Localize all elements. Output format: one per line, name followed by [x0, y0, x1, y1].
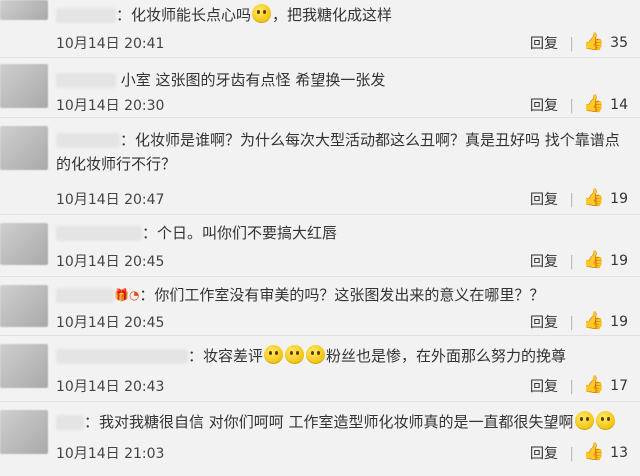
comment-item: ：化妆师能长点心吗 ，把我糖化成这样 10月14日 20:41 回复 | 👍 35 [0, 0, 640, 58]
divider: | [569, 36, 574, 52]
comment-body: ：你们工作室没有审美的吗？这张图发出来的意义在哪里？？ [139, 286, 545, 304]
comment-meta: 10月14日 20:30 回复 | 👍 14 [56, 94, 628, 116]
avatar[interactable] [0, 0, 48, 20]
comment-item: ：化妆师是谁啊？为什么每次大型活动都这么丑啊？真是丑好吗 找个靠谱点的化妆师行不… [0, 118, 640, 215]
reply-button[interactable]: 回复 [530, 96, 558, 116]
badge-icon: 🎁◔ [114, 288, 140, 302]
divider: | [569, 315, 574, 331]
divider: | [569, 379, 574, 395]
comment-text: ：化妆师能长点心吗 ，把我糖化成这样 [56, 3, 630, 27]
smile-emoji-icon [595, 411, 615, 430]
thumbs-up-icon: 👍 [583, 94, 605, 114]
comment-meta: 10月14日 21:03 回复 | 👍 13 [56, 442, 628, 464]
avatar[interactable] [0, 285, 48, 327]
smile-emoji-icon [574, 411, 594, 430]
comment-item: ：妆容差评 粉丝也是惨，在外面那么努力的挽尊 10月14日 20:43 回复 | … [0, 336, 640, 402]
like-button[interactable]: 👍 19 [583, 311, 628, 332]
comment-body: ：化妆师是谁啊？为什么每次大型活动都这么丑啊？真是丑好吗 找个靠谱点的化妆师行不… [56, 131, 620, 173]
comment-body: ：个日。叫你们不要搞大红唇 [142, 224, 338, 242]
reply-button[interactable]: 回复 [530, 377, 558, 397]
username[interactable] [56, 133, 120, 148]
comment-item: 小室 这张图的牙齿有点怪 希望换一张发 10月14日 20:30 回复 | 👍 1… [0, 58, 640, 118]
username[interactable] [56, 73, 116, 88]
divider: | [569, 254, 574, 270]
comment-text: 🎁◔：你们工作室没有审美的吗？这张图发出来的意义在哪里？？ [56, 283, 630, 307]
divider: | [569, 446, 574, 462]
reply-button[interactable]: 回复 [530, 252, 558, 272]
smile-emoji-icon [264, 345, 284, 364]
timestamp: 10月14日 20:45 [56, 315, 165, 331]
smile-emoji-icon [285, 345, 305, 364]
timestamp: 10月14日 20:47 [56, 192, 165, 208]
comment-text: ：我对我糖很自信 对你们呵呵 工作室造型师化妆师真的是一直都很失望啊 [56, 410, 630, 434]
username[interactable] [56, 226, 142, 241]
comment-meta: 10月14日 20:47 回复 | 👍 19 [56, 188, 628, 210]
like-count: 14 [610, 97, 628, 113]
avatar[interactable] [0, 344, 48, 388]
like-count: 19 [610, 191, 628, 207]
thumbs-up-icon: 👍 [583, 188, 605, 208]
timestamp: 10月14日 20:30 [56, 98, 165, 114]
thumbs-up-icon: 👍 [583, 375, 605, 395]
comment-item: ：个日。叫你们不要搞大红唇 10月14日 20:45 回复 | 👍 19 [0, 215, 640, 277]
username[interactable] [56, 349, 188, 364]
comment-meta: 10月14日 20:45 回复 | 👍 19 [56, 311, 628, 333]
comment-meta: 10月14日 20:41 回复 | 👍 35 [56, 32, 628, 54]
reply-button[interactable]: 回复 [530, 34, 558, 54]
username[interactable] [56, 415, 84, 430]
comment-meta: 10月14日 20:43 回复 | 👍 17 [56, 375, 628, 397]
comment-meta: 10月14日 20:45 回复 | 👍 19 [56, 250, 628, 272]
comment-body: 小室 这张图的牙齿有点怪 希望换一张发 [120, 71, 386, 89]
timestamp: 10月14日 20:43 [56, 379, 165, 395]
comment-text: 小室 这张图的牙齿有点怪 希望换一张发 [56, 68, 630, 92]
smile-emoji-icon [252, 4, 272, 23]
timestamp: 10月14日 20:41 [56, 36, 165, 52]
like-button[interactable]: 👍 19 [583, 250, 628, 271]
avatar[interactable] [0, 223, 48, 265]
username[interactable] [56, 8, 116, 23]
comment-body-continued: ，把我糖化成这样 [272, 6, 393, 24]
comment-body: ：化妆师能长点心吗 [116, 6, 252, 24]
like-count: 19 [610, 253, 628, 269]
thumbs-up-icon: 👍 [583, 311, 605, 331]
reply-button[interactable]: 回复 [530, 190, 558, 210]
divider: | [569, 192, 574, 208]
timestamp: 10月14日 21:03 [56, 446, 165, 462]
thumbs-up-icon: 👍 [583, 250, 605, 270]
smile-emoji-icon [306, 345, 326, 364]
comment-body: ：我对我糖很自信 对你们呵呵 工作室造型师化妆师真的是一直都很失望啊 [84, 413, 574, 431]
like-count: 35 [610, 35, 628, 51]
comment-body-continued: 粉丝也是惨，在外面那么努力的挽尊 [326, 347, 567, 365]
thumbs-up-icon: 👍 [583, 32, 605, 52]
comment-text: ：化妆师是谁啊？为什么每次大型活动都这么丑啊？真是丑好吗 找个靠谱点的化妆师行不… [56, 128, 630, 176]
like-button[interactable]: 👍 17 [583, 375, 628, 396]
avatar[interactable] [0, 64, 48, 108]
like-button[interactable]: 👍 19 [583, 188, 628, 209]
divider: | [569, 98, 574, 114]
like-count: 17 [610, 378, 628, 394]
avatar[interactable] [0, 410, 48, 454]
like-button[interactable]: 👍 35 [583, 32, 628, 53]
avatar[interactable] [0, 126, 48, 170]
comment-body: ：妆容差评 [188, 347, 264, 365]
reply-button[interactable]: 回复 [530, 444, 558, 464]
like-count: 19 [610, 314, 628, 330]
username[interactable] [56, 288, 114, 303]
comment-text: ：个日。叫你们不要搞大红唇 [56, 221, 630, 245]
timestamp: 10月14日 20:45 [56, 254, 165, 270]
thumbs-up-icon: 👍 [583, 442, 605, 462]
comment-item: 🎁◔：你们工作室没有审美的吗？这张图发出来的意义在哪里？？ 10月14日 20:… [0, 277, 640, 336]
reply-button[interactable]: 回复 [530, 313, 558, 333]
like-button[interactable]: 👍 13 [583, 442, 628, 463]
comment-item: ：我对我糖很自信 对你们呵呵 工作室造型师化妆师真的是一直都很失望啊 10月14… [0, 402, 640, 476]
comment-list: ：化妆师能长点心吗 ，把我糖化成这样 10月14日 20:41 回复 | 👍 35 … [0, 0, 640, 476]
like-count: 13 [610, 445, 628, 461]
comment-text: ：妆容差评 粉丝也是惨，在外面那么努力的挽尊 [56, 344, 630, 368]
like-button[interactable]: 👍 14 [583, 94, 628, 115]
